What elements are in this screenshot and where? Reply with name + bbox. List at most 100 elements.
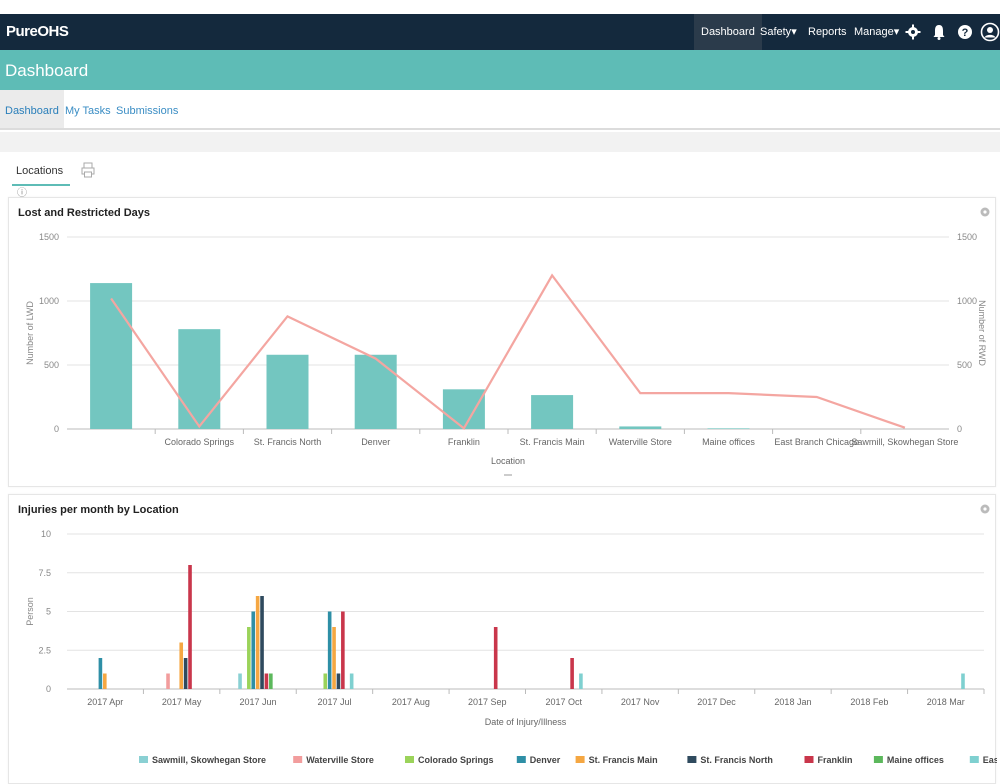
nav-manage[interactable]: Manage▾ xyxy=(847,14,906,50)
y-tick-label: 2.5 xyxy=(38,645,51,655)
caret-down-icon: ▾ xyxy=(893,26,900,38)
tab-dashboard[interactable]: Dashboard xyxy=(0,90,64,128)
bar-injury xyxy=(327,611,332,689)
nav-safety[interactable]: Safety▾ xyxy=(753,14,804,50)
x-tick-label: Colorado Springs xyxy=(165,437,235,447)
bar-injury xyxy=(260,596,264,689)
legend-label: St. Francis North xyxy=(700,755,773,765)
bar-lwd xyxy=(90,283,133,429)
bar-injury xyxy=(247,627,251,689)
user-icon[interactable] xyxy=(980,22,1000,42)
print-icon[interactable] xyxy=(80,162,96,178)
bar-injury xyxy=(349,673,354,689)
bar-lwd xyxy=(354,354,397,429)
x-tick-label: 2017 Aug xyxy=(392,697,430,707)
line-rwd xyxy=(110,273,906,431)
y-tick-label: 1000 xyxy=(39,296,59,306)
y-axis-label: Person xyxy=(25,597,35,626)
legend-swatch xyxy=(575,756,585,763)
y-tick-label: 7.5 xyxy=(38,568,51,578)
y2-tick-label: 1000 xyxy=(957,296,977,306)
nav-reports[interactable]: Reports xyxy=(801,14,854,50)
bar-injury xyxy=(493,627,498,689)
bar-injury xyxy=(255,596,260,689)
bar-injury xyxy=(961,673,965,689)
legend-swatch xyxy=(873,756,883,763)
x-tick-label: 2017 Sep xyxy=(468,697,507,707)
y-tick-label: 0 xyxy=(46,684,51,694)
legend-swatch xyxy=(516,756,526,763)
x-axis-label: Date of Injury/Illness xyxy=(485,717,567,727)
bar-lwd xyxy=(266,354,309,429)
bar-injury xyxy=(251,611,256,689)
bar-injury xyxy=(183,658,188,689)
bar-lwd xyxy=(531,395,574,429)
gear-icon[interactable] xyxy=(904,23,922,41)
x-tick-label: East Branch Chicago xyxy=(774,437,859,447)
bar-injury xyxy=(269,673,273,689)
nav-manage-label: Manage xyxy=(854,26,894,38)
top-navbar: PureOHS Dashboard Safety▾ Reports Manage… xyxy=(0,14,1000,50)
nav-dashboard[interactable]: Dashboard xyxy=(694,14,762,50)
divider-band xyxy=(0,132,1000,152)
bar-injury xyxy=(336,673,341,689)
caret-down-icon: ▾ xyxy=(791,26,797,38)
x-tick-label: Sawmill, Skowhegan Store xyxy=(851,437,958,447)
y2-tick-label: 1500 xyxy=(957,232,977,242)
x-tick-label: Waterville Store xyxy=(609,437,672,447)
y2-tick-label: 500 xyxy=(957,360,972,370)
bar-injury xyxy=(103,673,107,689)
y-tick-label: 5 xyxy=(46,607,51,617)
y-tick-label: 0 xyxy=(54,424,59,434)
bar-injury xyxy=(179,642,184,689)
x-tick-label: Denver xyxy=(361,437,390,447)
legend-swatch xyxy=(293,756,303,763)
x-tick-label: St. Francis North xyxy=(254,437,322,447)
legend-swatch xyxy=(804,756,814,763)
x-tick-label: 2018 Feb xyxy=(850,697,888,707)
legend-swatch xyxy=(969,756,979,763)
x-tick-label: St. Francis Main xyxy=(520,437,585,447)
lost-restricted-days-chart: 1500 1500 1000 1000 500 500 0 0 Colorado Springs… xyxy=(25,232,987,476)
x-tick-label: 2017 Nov xyxy=(621,697,660,707)
brand-logo[interactable]: PureOHS xyxy=(6,23,69,40)
bar-injury xyxy=(264,673,269,689)
tab-locations[interactable]: Locationsⓘ xyxy=(12,160,70,199)
bar-injury xyxy=(323,673,328,689)
legend-label: Maine offices xyxy=(887,755,944,765)
x-tick-label: 2017 Apr xyxy=(87,697,123,707)
bar-lwd xyxy=(178,329,221,429)
bar-lwd xyxy=(442,389,485,429)
x-axis-label: Location xyxy=(491,456,525,466)
bar-injury xyxy=(98,658,103,689)
legend-label: Waterville Store xyxy=(306,755,374,765)
legend-label: East Branch Chicago xyxy=(983,755,997,765)
nav-safety-label: Safety xyxy=(760,26,792,38)
x-tick-label: 2017 Oct xyxy=(545,697,582,707)
x-tick-label: 2017 Jun xyxy=(240,697,277,707)
bell-icon[interactable] xyxy=(930,23,948,41)
y-tick-label: 500 xyxy=(44,360,59,370)
resize-handle xyxy=(504,474,512,476)
bar-injury xyxy=(238,673,242,689)
bar-injury xyxy=(188,565,192,689)
injuries-per-month-chart: 10 7.5 5 2.5 0 2017 Apr 2017 May 2017 Jun 2017 J… xyxy=(25,529,997,765)
tab-locations-label: Locations xyxy=(16,165,64,177)
y2-tick-label: 0 xyxy=(957,424,962,434)
legend-label: St. Francis Main xyxy=(589,755,658,765)
tab-submissions[interactable]: Submissions xyxy=(111,90,183,128)
legend-label: Denver xyxy=(530,755,561,765)
legend-swatch xyxy=(687,756,697,763)
x-tick-label: Franklin xyxy=(448,437,480,447)
tab-my-tasks[interactable]: My Tasks xyxy=(60,90,116,128)
bar-lwd xyxy=(707,428,750,429)
help-icon[interactable]: ? xyxy=(956,23,974,41)
injuries-per-month-card: Injuries per month by Location 10 7.5 5 2.5… xyxy=(8,494,997,784)
x-tick-label: 2017 Dec xyxy=(697,697,736,707)
legend-swatch xyxy=(405,756,414,763)
legend-label: Colorado Springs xyxy=(418,755,494,765)
lost-restricted-days-card: Lost and Restricted Days 1500 1500 1000 100… xyxy=(8,197,996,487)
bar-injury xyxy=(570,658,574,689)
svg-text:?: ? xyxy=(962,27,969,39)
x-tick-label: 2018 Jan xyxy=(774,697,811,707)
